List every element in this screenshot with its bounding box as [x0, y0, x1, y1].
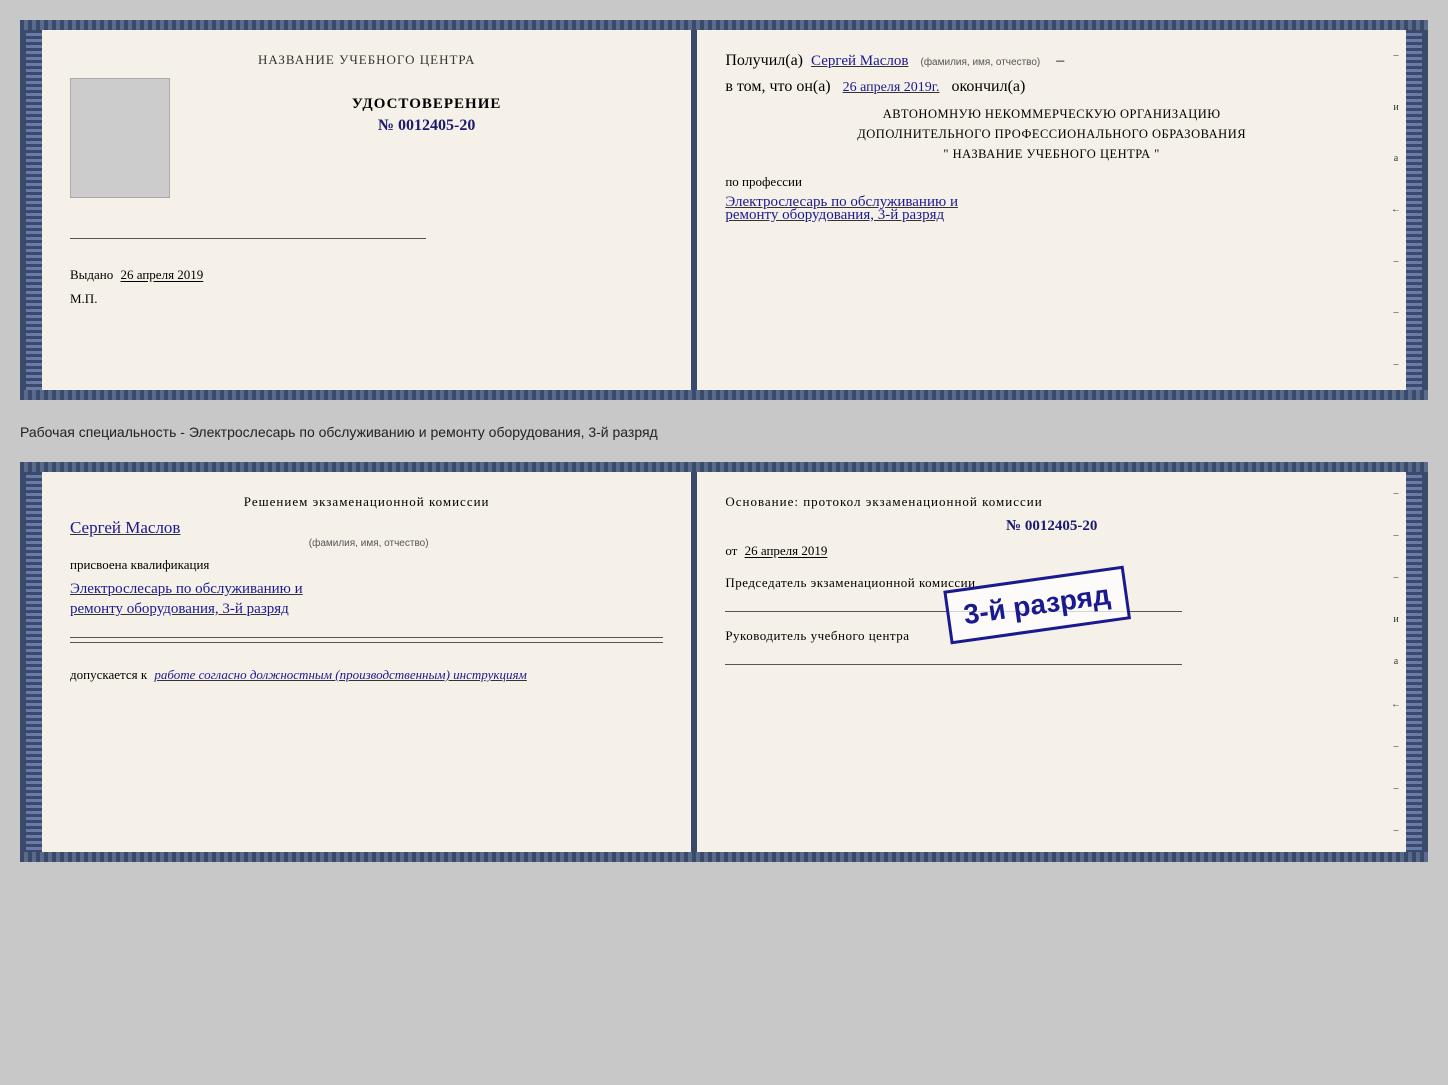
left-stripe	[26, 30, 42, 390]
cert2-left-stripe	[26, 472, 42, 852]
vtom-label: в том, что он(а)	[725, 78, 830, 95]
rukovoditel-label: Руководитель учебного центра	[725, 628, 1378, 644]
cert2-top-stripe	[20, 462, 1428, 472]
dash: –	[1056, 52, 1064, 70]
rukovoditel-block: Руководитель учебного центра	[725, 628, 1378, 665]
ot-date: 26 апреля 2019	[745, 543, 828, 558]
cert2-right-stripe	[1406, 472, 1422, 852]
poluchil-label: Получил(а)	[725, 52, 803, 70]
cert1-right-page: Получил(а) Сергей Маслов (фамилия, имя, …	[697, 30, 1406, 390]
fio-hint: (фамилия, имя, отчество)	[920, 57, 1040, 68]
mp-line: М.П.	[70, 291, 663, 307]
org-block: АВТОНОМНУЮ НЕКОММЕРЧЕСКУЮ ОРГАНИЗАЦИЮ ДО…	[725, 104, 1378, 164]
cert2-fio-hint: (фамилия, имя, отчество)	[74, 538, 663, 549]
qualification-line2: ремонту оборудования, 3-й разряд	[70, 597, 663, 621]
resheniyem-label: Решением экзаменационной комиссии	[70, 494, 663, 510]
right-decorations: – и а ← – – –	[1386, 30, 1406, 390]
okончil-label: окончил(а)	[951, 78, 1025, 95]
cert2-name: Сергей Маслов	[70, 518, 663, 538]
vydano-sep-line	[70, 238, 426, 239]
vydano-date: 26 апреля 2019	[121, 267, 204, 282]
udostoverenie-label: УДОСТОВЕРЕНИЕ	[190, 96, 663, 113]
dopusk-text: работе согласно должностным (производств…	[154, 667, 526, 682]
cert1-number: № 0012405-20	[190, 117, 663, 135]
cert2-right-decorations: – – – и а ← – – –	[1386, 472, 1406, 852]
poluchil-line: Получил(а) Сергей Маслов (фамилия, имя, …	[725, 52, 1378, 70]
bottom-stripe	[20, 390, 1428, 400]
vydano-line: Выдано 26 апреля 2019	[70, 267, 663, 283]
ot-line: от 26 апреля 2019	[725, 543, 1378, 559]
cert2-right-page: Основание: протокол экзаменационной коми…	[697, 472, 1406, 852]
rukovoditel-sig-line	[725, 664, 1182, 665]
cert2-sep2	[70, 642, 663, 643]
cert2-wrapper: Решением экзаменационной комиссии Сергей…	[20, 462, 1428, 862]
vydano-label: Выдано	[70, 267, 113, 282]
cert2-number: № 0012405-20	[725, 518, 1378, 535]
org-line1: АВТОНОМНУЮ НЕКОММЕРЧЕСКУЮ ОРГАНИЗАЦИЮ	[725, 104, 1378, 124]
top-stripe	[20, 20, 1428, 30]
prisvoena-label: присвоена квалификация	[70, 557, 663, 573]
org-line3: " НАЗВАНИЕ УЧЕБНОГО ЦЕНТРА "	[725, 144, 1378, 164]
photo-placeholder	[70, 78, 170, 198]
cert2-qualification: Электрослесарь по обслуживанию и ремонту…	[70, 577, 663, 621]
right-stripe	[1406, 30, 1422, 390]
profession-line2: ремонту оборудования, 3-й разряд	[725, 207, 1378, 224]
recipient-name: Сергей Маслов	[811, 53, 908, 70]
vtom-line: в том, что он(а) 26 апреля 2019г. окончи…	[725, 78, 1378, 96]
cert1-left-middle: УДОСТОВЕРЕНИЕ № 0012405-20	[70, 78, 663, 198]
cert2-bottom-stripe	[20, 852, 1428, 862]
cert2-sep1	[70, 637, 663, 638]
osnovanie-label: Основание: протокол экзаменационной коми…	[725, 494, 1378, 510]
ot-label: от	[725, 543, 737, 558]
vtom-date: 26 апреля 2019г.	[843, 80, 940, 95]
between-label: Рабочая специальность - Электрослесарь п…	[20, 418, 1428, 444]
cert1-wrapper: НАЗВАНИЕ УЧЕБНОГО ЦЕНТРА УДОСТОВЕРЕНИЕ №…	[20, 20, 1428, 400]
dopuskaetsya-line: допускается к работе согласно должностны…	[70, 667, 663, 683]
org-line2: ДОПОЛНИТЕЛЬНОГО ПРОФЕССИОНАЛЬНОГО ОБРАЗО…	[725, 124, 1378, 144]
cert1-book: НАЗВАНИЕ УЧЕБНОГО ЦЕНТРА УДОСТОВЕРЕНИЕ №…	[20, 30, 1428, 390]
stamp-text: 3-й разряд	[962, 579, 1113, 630]
cert2-left-page: Решением экзаменационной комиссии Сергей…	[42, 472, 693, 852]
cert2-book: Решением экзаменационной комиссии Сергей…	[20, 472, 1428, 852]
cert1-left-page: НАЗВАНИЕ УЧЕБНОГО ЦЕНТРА УДОСТОВЕРЕНИЕ №…	[42, 30, 693, 390]
cert2-name-block: Сергей Маслов (фамилия, имя, отчество)	[70, 518, 663, 549]
po-professii-label: по профессии Электрослесарь по обслужива…	[725, 174, 1378, 224]
cert1-left-title: НАЗВАНИЕ УЧЕБНОГО ЦЕНТРА	[70, 52, 663, 68]
cert1-left-text: УДОСТОВЕРЕНИЕ № 0012405-20	[190, 78, 663, 135]
dopuskaetsya-label: допускается к	[70, 667, 147, 682]
page-container: НАЗВАНИЕ УЧЕБНОГО ЦЕНТРА УДОСТОВЕРЕНИЕ №…	[20, 20, 1428, 862]
